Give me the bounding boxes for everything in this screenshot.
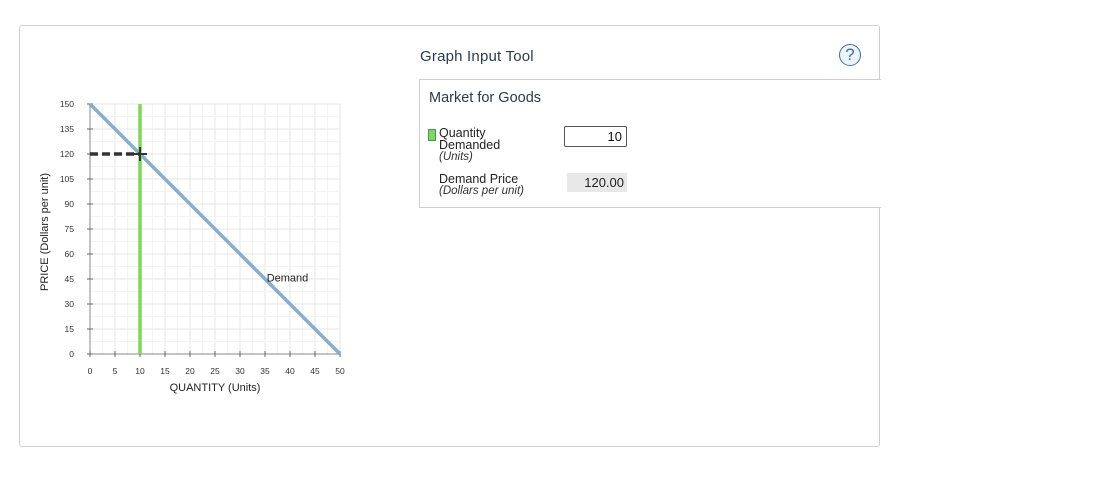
demand-graph[interactable]: 0 5 10 15 20 25 30 35 40 45 50 0 15 30 45 60 75 90 105 120 1… [0,0,1095,482]
price-label-text: Demand Price [439,172,519,186]
y-tick-label: 30 [65,299,75,309]
y-tick-label: 120 [60,149,74,159]
quantity-demanded-label: Quantity Demanded (Units) [439,127,500,163]
quantity-label-line2: Demanded [439,138,501,152]
x-tick-label: 30 [235,366,245,376]
x-axis-label: QUANTITY (Units) [170,382,261,394]
x-tick-label: 5 [113,366,118,376]
x-tick-label: 20 [185,366,195,376]
y-tick-label: 75 [65,224,75,234]
help-icon[interactable]: ? [839,44,861,66]
graph-input-tool-title: Graph Input Tool [420,48,534,65]
demand-price-label: Demand Price (Dollars per unit) [439,173,524,197]
y-tick-label: 15 [65,324,75,334]
x-tick-label: 15 [160,366,170,376]
y-tick-label: 60 [65,249,75,259]
demand-price-value: 120.00 [567,173,627,192]
x-tick-label: 50 [335,366,345,376]
y-tick-label: 0 [69,349,74,359]
y-axis-label: PRICE (Dollars per unit) [39,173,51,291]
quantity-color-swatch [428,129,436,141]
x-tick-label: 35 [260,366,270,376]
market-title: Market for Goods [429,90,542,106]
y-tick-label: 105 [60,174,74,184]
quantity-units: (Units) [439,151,473,163]
x-tick-label: 45 [310,366,320,376]
y-tick-label: 45 [65,274,75,284]
x-tick-label: 40 [285,366,295,376]
x-tick-label: 0 [88,366,93,376]
y-tick-label: 90 [65,199,75,209]
market-input-box: Market for Goods Quantity Demanded (Unit… [419,79,881,208]
demand-curve-label: Demand [267,273,309,285]
price-units: (Dollars per unit) [439,185,524,197]
y-tick-label: 150 [60,99,74,109]
y-tick-label: 135 [60,124,74,134]
x-tick-label: 25 [210,366,220,376]
x-tick-label: 10 [135,366,145,376]
quantity-demanded-input[interactable] [564,126,627,147]
